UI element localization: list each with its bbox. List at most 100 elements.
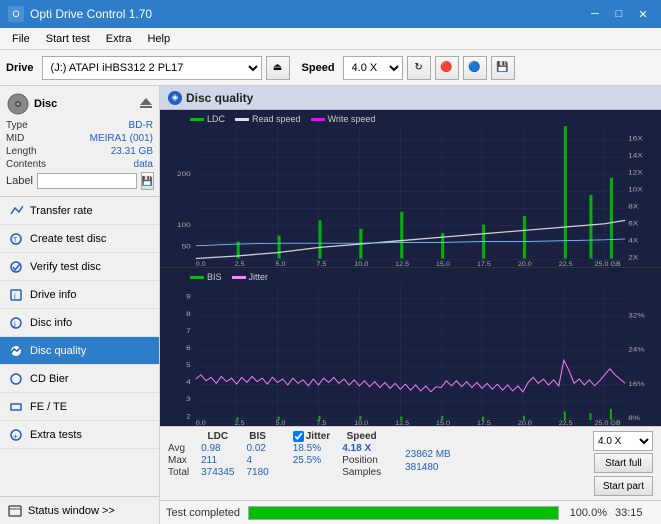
sidebar-item-transfer-rate[interactable]: Transfer rate <box>0 197 159 225</box>
svg-text:7.5: 7.5 <box>316 262 326 267</box>
progress-bar-fill <box>249 507 558 519</box>
type-label: Type <box>6 120 28 131</box>
progress-bar-container <box>248 506 559 520</box>
svg-text:2X: 2X <box>628 253 638 261</box>
svg-text:4X: 4X <box>628 236 638 244</box>
minimize-button[interactable]: ─ <box>585 6 605 22</box>
sidebar-item-drive-info[interactable]: i Drive info <box>0 281 159 309</box>
sidebar-item-disc-quality[interactable]: Disc quality <box>0 337 159 365</box>
titlebar-left: O Opti Drive Control 1.70 <box>8 6 152 22</box>
legend-write-speed: Write speed <box>311 114 376 124</box>
svg-text:17.5: 17.5 <box>477 421 491 426</box>
legend-ldc: LDC <box>190 114 225 124</box>
position-value: 23862 MB <box>405 449 451 460</box>
svg-text:9: 9 <box>186 292 191 300</box>
disc-type-row: Type BD-R <box>6 120 153 131</box>
eject-button[interactable]: ⏏ <box>266 56 290 80</box>
create-test-icon: T <box>8 231 24 247</box>
svg-text:8: 8 <box>186 309 191 317</box>
menu-start-test[interactable]: Start test <box>38 31 98 47</box>
start-part-button[interactable]: Start part <box>594 476 653 496</box>
menu-file[interactable]: File <box>4 31 38 47</box>
svg-text:10X: 10X <box>628 185 643 193</box>
svg-text:20.0: 20.0 <box>518 421 532 426</box>
stats-total-row: Total 374345 7180 Samples <box>168 467 393 479</box>
close-button[interactable]: ✕ <box>633 6 653 22</box>
label-input[interactable] <box>37 173 137 189</box>
app-icon: O <box>8 6 24 22</box>
stats-max-row: Max 211 4 25.5% Position <box>168 455 393 467</box>
contents-label: Contents <box>6 159 46 170</box>
total-ldc: 374345 <box>201 467 246 479</box>
menu-help[interactable]: Help <box>139 31 178 47</box>
main-area: Disc Type BD-R MID MEIRA1 (001) Length 2… <box>0 86 661 524</box>
legend-bis: BIS <box>190 272 222 282</box>
legend-read-speed: Read speed <box>235 114 301 124</box>
start-full-button[interactable]: Start full <box>594 453 653 473</box>
burn-button[interactable]: 🔴 <box>435 56 459 80</box>
type-value: BD-R <box>129 120 153 131</box>
disc-length-row: Length 23.31 GB <box>6 146 153 157</box>
svg-text:5.0: 5.0 <box>276 421 286 426</box>
drive-select[interactable]: (J:) ATAPI iHBS312 2 PL17 <box>42 56 262 80</box>
label-label: Label <box>6 175 33 187</box>
svg-text:24%: 24% <box>628 345 645 353</box>
disc-label-row: Label 💾 <box>6 172 153 190</box>
sidebar-item-fe-te[interactable]: FE / TE <box>0 393 159 421</box>
svg-text:20.0: 20.0 <box>518 262 532 267</box>
max-ldc: 211 <box>201 455 246 467</box>
disc-info-icon: i <box>8 315 24 331</box>
max-bis: 4 <box>247 455 281 467</box>
quality-header: ◈ Disc quality <box>160 86 661 110</box>
content-area: ◈ Disc quality LDC Read speed <box>160 86 661 524</box>
svg-text:5: 5 <box>186 361 191 369</box>
avg-bis: 0.02 <box>247 443 281 455</box>
sidebar-item-extra-tests[interactable]: + Extra tests <box>0 421 159 449</box>
svg-text:32%: 32% <box>628 311 645 319</box>
jitter-checkbox[interactable] <box>293 431 304 442</box>
svg-text:2.5: 2.5 <box>235 421 245 426</box>
chart-speed-select[interactable]: 4.0 X <box>593 431 653 451</box>
save-button[interactable]: 💾 <box>491 56 515 80</box>
svg-text:2.5: 2.5 <box>235 262 245 267</box>
status-window-button[interactable]: Status window >> <box>0 496 159 524</box>
refresh-button[interactable]: ↻ <box>407 56 431 80</box>
label-save-button[interactable]: 💾 <box>141 172 154 190</box>
disc-contents-row: Contents data <box>6 159 153 170</box>
svg-text:T: T <box>13 237 18 244</box>
disc-eject-icon[interactable] <box>139 97 153 111</box>
sidebar-item-disc-info[interactable]: i Disc info <box>0 309 159 337</box>
sidebar-item-cd-bier[interactable]: CD Bier <box>0 365 159 393</box>
svg-text:0.0: 0.0 <box>196 421 206 426</box>
verify-test-icon <box>8 259 24 275</box>
quality-title: Disc quality <box>186 91 253 105</box>
svg-text:0.0: 0.0 <box>196 262 206 267</box>
avg-ldc: 0.98 <box>201 443 246 455</box>
verify-button[interactable]: 🔵 <box>463 56 487 80</box>
svg-text:i: i <box>14 320 16 329</box>
speed-select[interactable]: 4.0 X <box>343 56 403 80</box>
svg-text:2: 2 <box>186 412 191 420</box>
sidebar-item-verify-test-disc[interactable]: Verify test disc <box>0 253 159 281</box>
samples-value: 381480 <box>405 462 451 473</box>
avg-jitter: 18.5% <box>293 443 342 455</box>
svg-text:22.5: 22.5 <box>559 421 573 426</box>
bottom-bar: Test completed 100.0% 33:15 <box>160 500 661 524</box>
svg-text:10.0: 10.0 <box>354 421 368 426</box>
svg-text:25.0 GB: 25.0 GB <box>595 262 622 267</box>
disc-icon <box>6 92 30 116</box>
disc-mid-row: MID MEIRA1 (001) <box>6 133 153 144</box>
svg-text:17.5: 17.5 <box>477 262 491 267</box>
disc-title: Disc <box>34 98 57 110</box>
sidebar-item-create-test-disc[interactable]: T Create test disc <box>0 225 159 253</box>
menu-extra[interactable]: Extra <box>98 31 140 47</box>
svg-text:8X: 8X <box>628 202 638 210</box>
length-label: Length <box>6 146 37 157</box>
svg-text:6: 6 <box>186 344 191 352</box>
maximize-button[interactable]: □ <box>609 6 629 22</box>
svg-text:5.0: 5.0 <box>276 262 286 267</box>
elapsed-time: 33:15 <box>615 507 655 519</box>
svg-text:12X: 12X <box>628 168 643 176</box>
stats-table: LDC BIS Jitter Speed A <box>168 431 393 479</box>
position-samples: 23862 MB 381480 <box>405 431 451 473</box>
